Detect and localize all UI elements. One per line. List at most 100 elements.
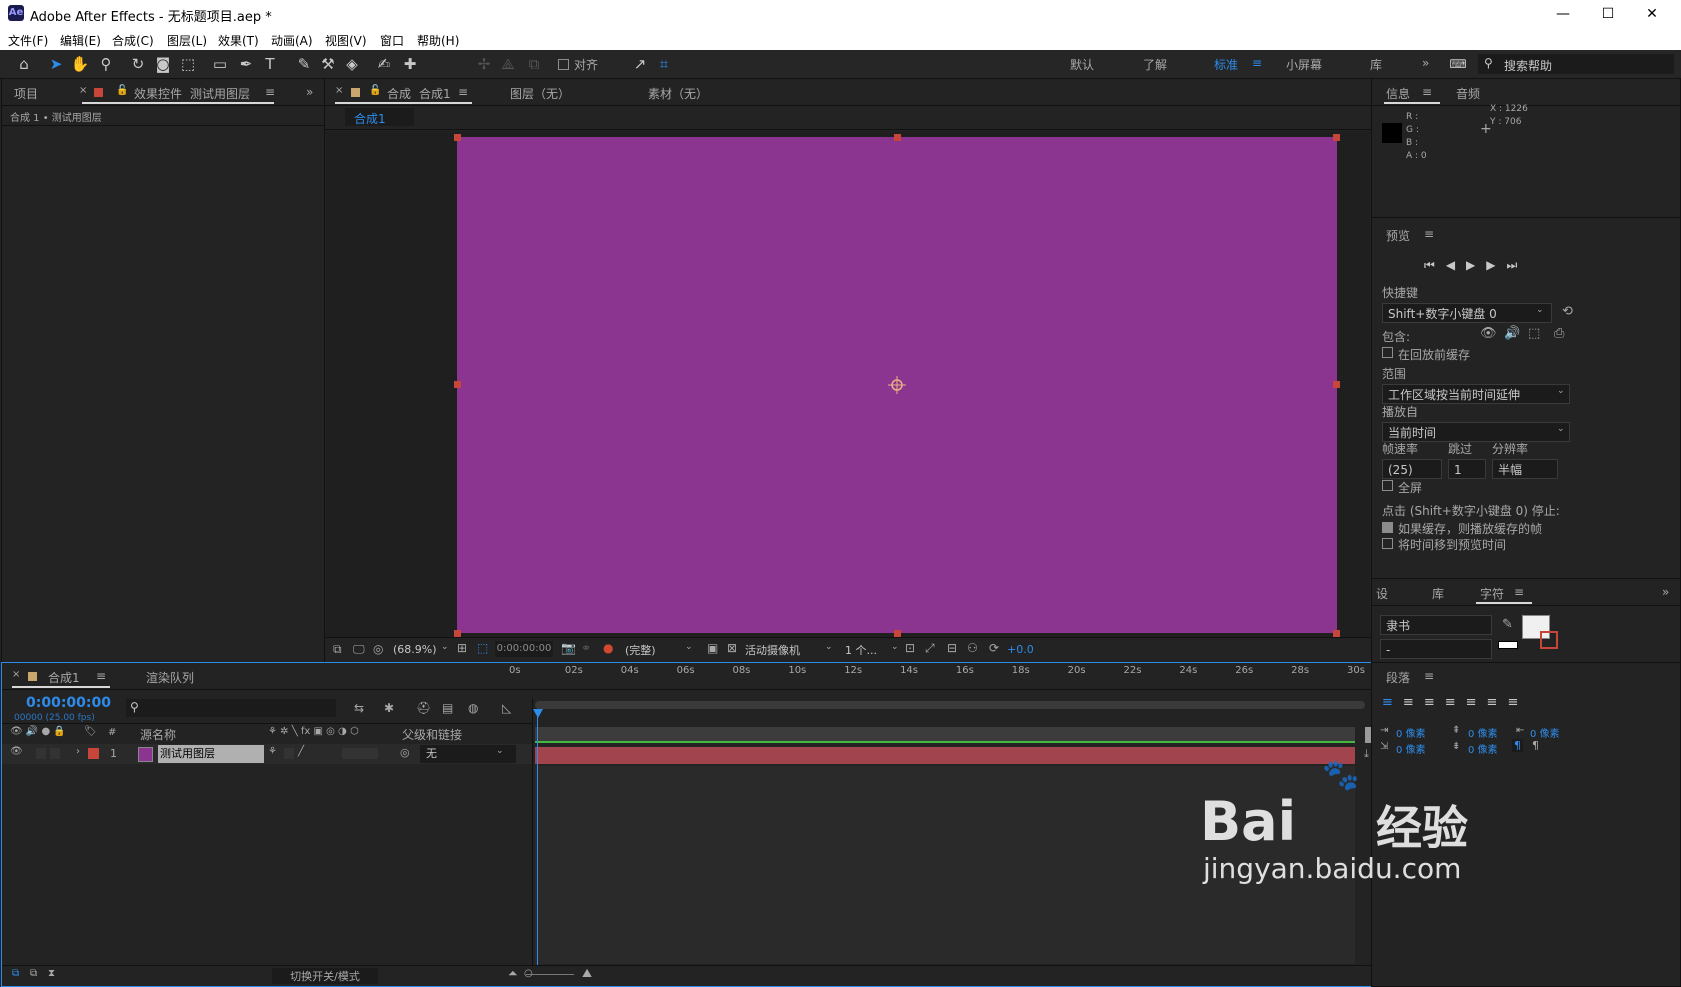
- menu-help[interactable]: 帮助(H): [417, 32, 459, 49]
- skip-dropdown[interactable]: 1: [1448, 459, 1486, 479]
- reset-shortcut-icon[interactable]: ⟲: [1562, 304, 1573, 319]
- snapshot-icon[interactable]: 📷: [561, 641, 576, 655]
- space-before-value[interactable]: 0 像素: [1468, 725, 1498, 740]
- tab-effects-layer[interactable]: 测试用图层: [190, 85, 250, 102]
- work-area-bar[interactable]: [535, 727, 1355, 742]
- comp-subtab[interactable]: 合成1: [345, 108, 414, 126]
- range-chevron-icon[interactable]: ⌄: [1557, 386, 1565, 396]
- lock-icon[interactable]: 🔓: [116, 85, 128, 96]
- tab-character[interactable]: 字符: [1480, 585, 1504, 602]
- layer-quality-switch[interactable]: ╱: [298, 746, 304, 757]
- font-style-dropdown[interactable]: -: [1380, 639, 1492, 659]
- panel-menu-icon[interactable]: ≡: [265, 85, 275, 99]
- res-dropdown[interactable]: 半幅: [1492, 459, 1558, 479]
- move-time-checkbox[interactable]: [1382, 538, 1393, 549]
- shortcut-chevron-icon[interactable]: ⌄: [1536, 305, 1544, 315]
- tab-library[interactable]: 库: [1432, 585, 1444, 602]
- flowchart-icon[interactable]: ⚇: [967, 641, 978, 655]
- align-right-icon[interactable]: ≡: [1424, 695, 1445, 710]
- parent-chevron-icon[interactable]: ⌄: [496, 746, 504, 756]
- layer-audio-toggle[interactable]: [36, 748, 46, 759]
- play-from-dropdown[interactable]: 当前时间: [1382, 422, 1570, 442]
- motion-blur-icon[interactable]: ◍: [468, 701, 478, 715]
- last-frame-icon[interactable]: ⏭: [1507, 258, 1529, 272]
- first-line-indent-value[interactable]: 0 像素: [1396, 741, 1426, 756]
- layer-handle-bm[interactable]: [894, 630, 901, 637]
- zoom-out-icon[interactable]: ⏶: [508, 966, 518, 981]
- font-family-dropdown[interactable]: 隶书: [1380, 615, 1492, 635]
- pixel-aspect-icon[interactable]: ⊡: [905, 641, 915, 655]
- layer-handle-bl[interactable]: [454, 630, 461, 637]
- close-timeline-tab-icon[interactable]: ×: [12, 669, 20, 680]
- tab-layer-viewer[interactable]: 图层（无）: [510, 85, 570, 102]
- home-icon[interactable]: ⌂: [14, 55, 34, 73]
- expand-layer-icon[interactable]: ›: [76, 746, 80, 757]
- layer-solo-toggle[interactable]: [50, 748, 60, 759]
- reset-exposure-icon[interactable]: ⟳: [989, 641, 999, 655]
- ltr-direction-icon[interactable]: ¶: [1512, 739, 1523, 752]
- if-cached-checkbox[interactable]: [1382, 522, 1393, 533]
- comp-panel-menu-icon[interactable]: ≡: [458, 85, 468, 99]
- time-navigator-bar[interactable]: [535, 701, 1365, 709]
- transparency-grid-icon[interactable]: ⬚: [477, 641, 488, 655]
- frame-blending-icon[interactable]: ▤: [442, 701, 453, 715]
- more-char-panels-icon[interactable]: »: [1662, 585, 1669, 599]
- timeline-menu-icon[interactable]: ≡: [96, 669, 106, 683]
- menu-composition[interactable]: 合成(C): [112, 32, 154, 49]
- clone-stamp-tool-icon[interactable]: ⚒: [318, 55, 338, 73]
- parent-link-header[interactable]: 父级和链接: [402, 726, 462, 743]
- shortcut-dropdown[interactable]: Shift+数字小键盘 0: [1382, 303, 1552, 323]
- play-icon[interactable]: ▶: [1466, 258, 1486, 272]
- range-dropdown[interactable]: 工作区域按当前时间延伸: [1382, 384, 1570, 404]
- layer-label-color[interactable]: [88, 748, 99, 759]
- black-white-swatch[interactable]: [1498, 641, 1518, 649]
- align-center-icon[interactable]: ≡: [1403, 695, 1424, 710]
- layer-handle-tr[interactable]: [1333, 134, 1340, 141]
- layer-duration-bar[interactable]: [535, 747, 1355, 764]
- workspace-libraries[interactable]: 库: [1370, 56, 1382, 73]
- close-button[interactable]: ✕: [1632, 4, 1672, 24]
- selection-tool-icon[interactable]: ➤: [46, 55, 66, 73]
- rectangle-tool-icon[interactable]: ▭: [210, 55, 230, 73]
- exposure-value[interactable]: +0.0: [1007, 643, 1034, 656]
- layer-name[interactable]: 测试用图层: [158, 745, 264, 763]
- preview-menu-icon[interactable]: ≡: [1424, 227, 1434, 241]
- layer-switches-icon[interactable]: ⧉: [12, 968, 19, 979]
- comp-tab-prefix[interactable]: 合成: [387, 85, 411, 102]
- monitor-icon[interactable]: 🖵: [353, 642, 365, 657]
- draft-3d-icon[interactable]: ✱: [384, 701, 394, 715]
- resolution-chevron-icon[interactable]: ⌄: [685, 642, 693, 652]
- first-frame-icon[interactable]: ⏮: [1424, 258, 1446, 272]
- zoom-slider[interactable]: [526, 974, 574, 975]
- eyedropper-icon[interactable]: ✎: [1502, 617, 1513, 632]
- snap-feature-icon[interactable]: ⌗: [654, 55, 674, 73]
- always-preview-icon[interactable]: ⧉: [333, 642, 342, 657]
- zoom-chevron-icon[interactable]: ⌄: [441, 642, 449, 652]
- comp-tab-name[interactable]: 合成1: [419, 85, 451, 102]
- anchor-point-icon[interactable]: [887, 375, 907, 395]
- fast-previews-icon[interactable]: ⤢: [925, 641, 935, 656]
- help-search-input[interactable]: 搜索帮助: [1504, 57, 1552, 74]
- comp-lock-icon[interactable]: 🔓: [369, 85, 381, 96]
- workspace-small-screen[interactable]: 小屏幕: [1286, 56, 1322, 73]
- zoom-tool-icon[interactable]: ⚲: [96, 55, 116, 73]
- layer-switches-group[interactable]: [342, 748, 378, 759]
- justify-center-icon[interactable]: ≡: [1466, 695, 1487, 710]
- table-row[interactable]: 👁 › 1 测试用图层 ⚘ ╱ ◎ 无 ⌄: [2, 744, 532, 764]
- timeline-comp-tab[interactable]: 合成1: [48, 669, 80, 686]
- layer-end-icon[interactable]: ⤓: [1364, 747, 1369, 761]
- timeline-icon[interactable]: ⊟: [947, 641, 957, 655]
- stroke-color-swatch[interactable]: [1540, 631, 1558, 649]
- zoom-dropdown[interactable]: (68.9%): [393, 643, 437, 656]
- layer-handle-mr[interactable]: [1333, 381, 1340, 388]
- workspace-learn[interactable]: 了解: [1143, 56, 1167, 73]
- current-time-field[interactable]: 0:00:00:00: [495, 641, 553, 657]
- layer-handle-tl[interactable]: [454, 134, 461, 141]
- prev-frame-icon[interactable]: ◀: [1446, 258, 1466, 272]
- layer-collapse-switch[interactable]: [284, 748, 294, 759]
- menu-layer[interactable]: 图层(L): [167, 32, 207, 49]
- graph-editor-icon[interactable]: ◺: [502, 701, 511, 715]
- include-audio-icon[interactable]: 🔊: [1504, 326, 1520, 341]
- include-video-icon[interactable]: 👁: [1480, 326, 1497, 341]
- pan-behind-tool-icon[interactable]: ⬚: [178, 55, 198, 73]
